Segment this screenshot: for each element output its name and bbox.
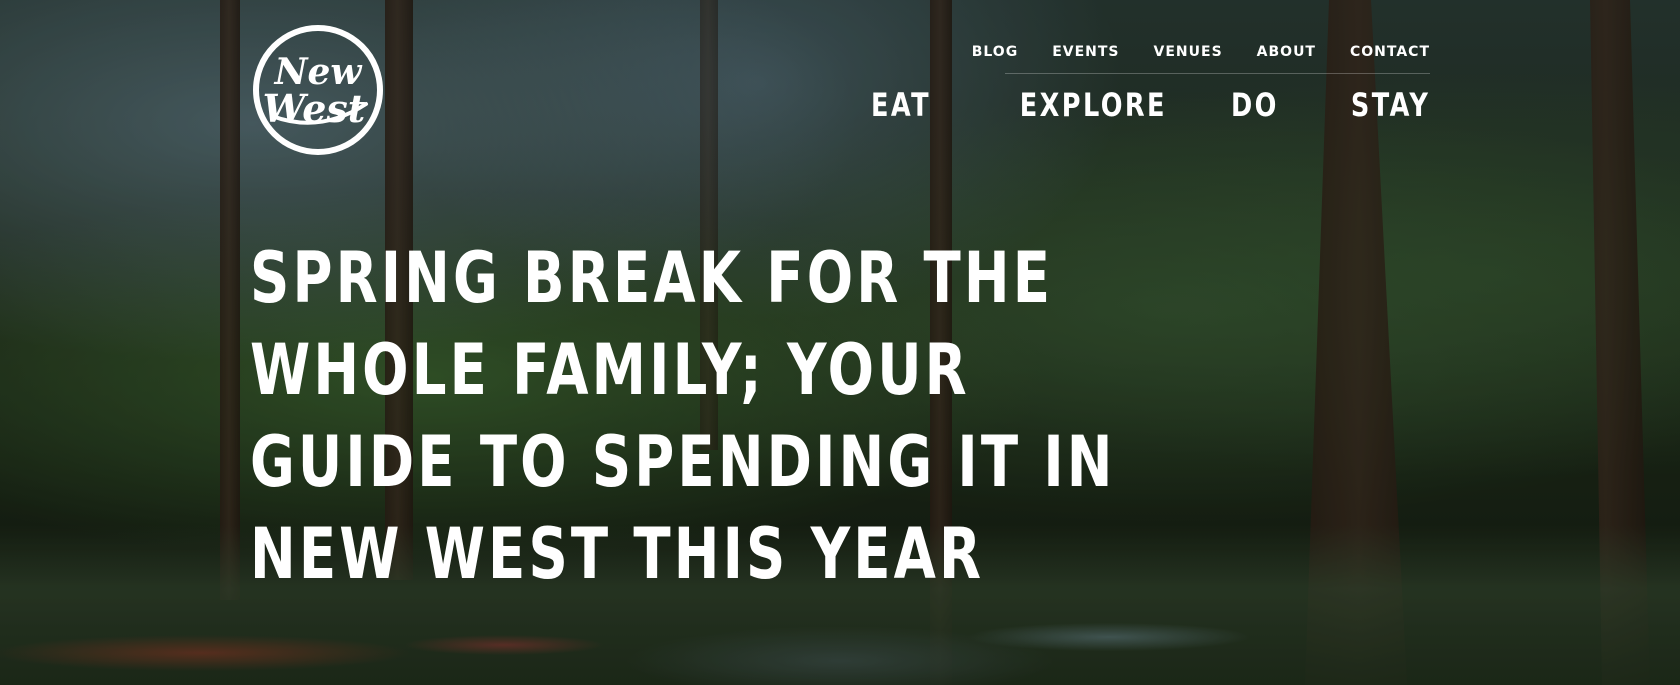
main-nav-eat[interactable]: EAT bbox=[871, 86, 931, 124]
top-nav-contact[interactable]: CONTACT bbox=[1350, 44, 1430, 60]
site-logo[interactable]: New West bbox=[250, 22, 386, 158]
top-nav-venues[interactable]: VENUES bbox=[1154, 44, 1223, 60]
hero-section: New West BLOG EVENTS VENUES ABOUT CONTAC… bbox=[0, 0, 1680, 685]
top-nav-events[interactable]: EVENTS bbox=[1052, 44, 1119, 60]
top-nav-blog[interactable]: BLOG bbox=[972, 44, 1019, 60]
main-nav-explore[interactable]: EXPLORE bbox=[1020, 86, 1167, 124]
hero-headline: SPRING BREAK FOR THE WHOLE FAMILY; YOUR … bbox=[250, 237, 1116, 595]
main-nav-do[interactable]: DO bbox=[1231, 86, 1279, 124]
new-west-logo-icon: New West bbox=[253, 25, 383, 155]
nav-divider bbox=[1005, 73, 1430, 74]
top-nav-about[interactable]: ABOUT bbox=[1257, 44, 1316, 60]
top-nav: BLOG EVENTS VENUES ABOUT CONTACT bbox=[972, 44, 1430, 60]
main-nav: EAT EXPLORE DO STAY bbox=[856, 86, 1430, 124]
main-nav-stay[interactable]: STAY bbox=[1351, 86, 1430, 124]
